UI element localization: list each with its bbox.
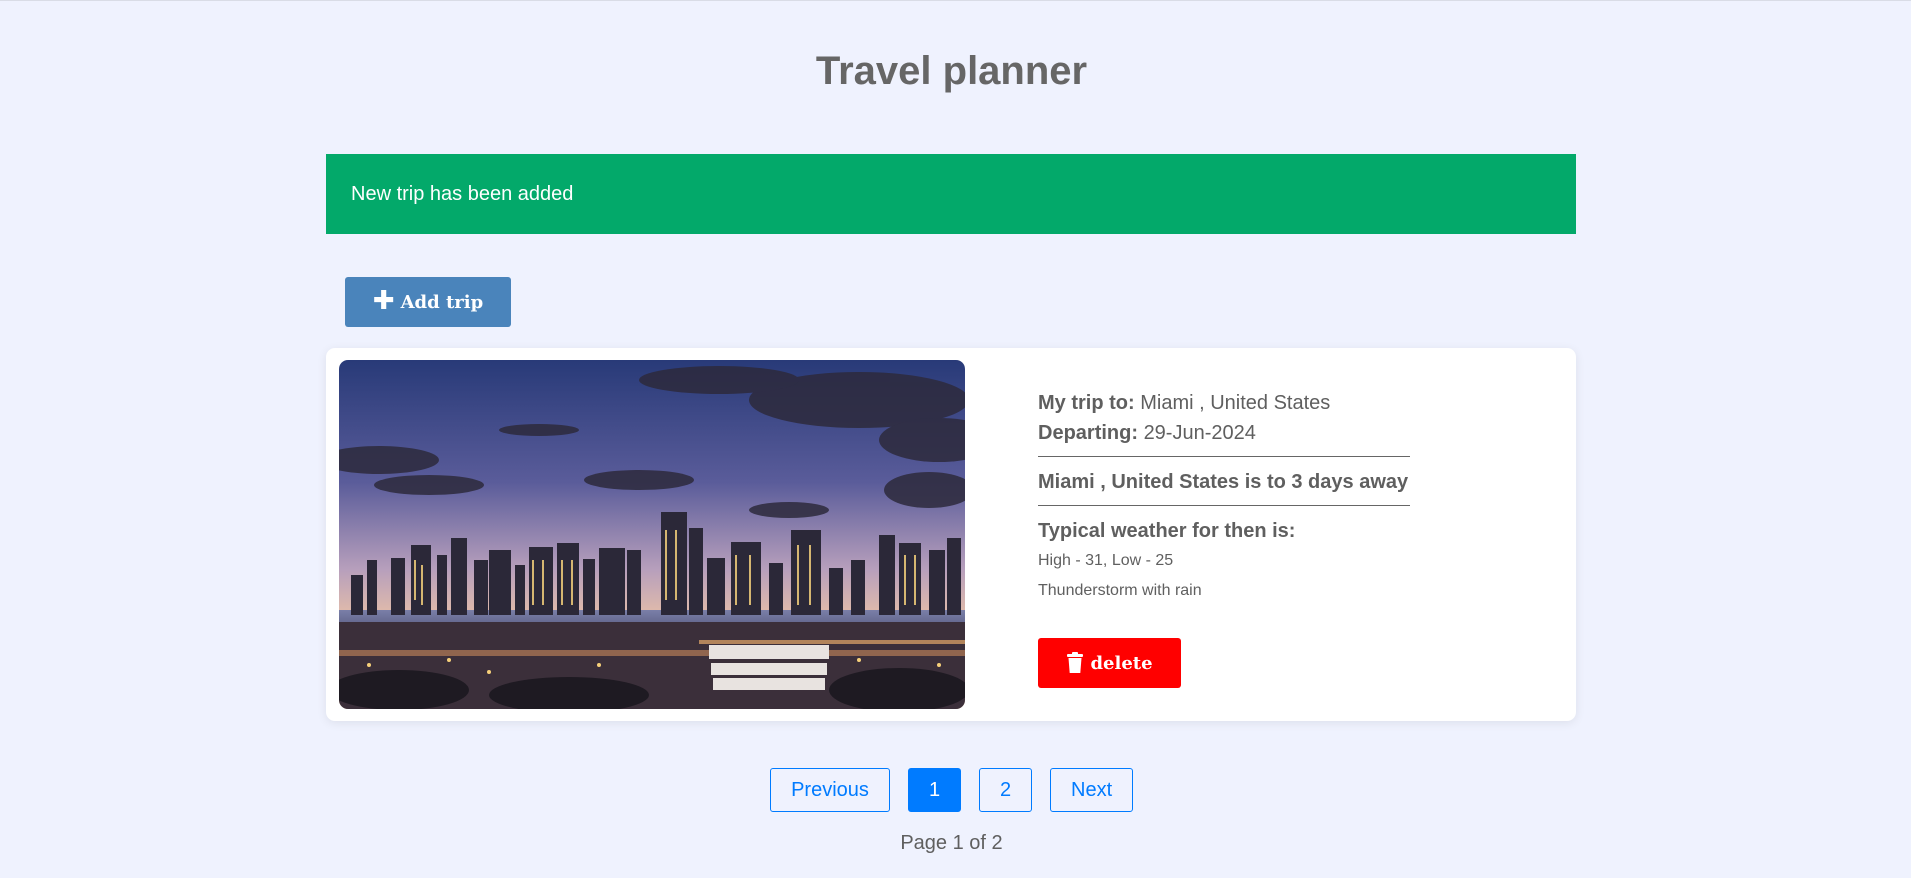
pagination: Previous 1 2 Next (0, 768, 1903, 812)
page-2-button[interactable]: 2 (979, 768, 1032, 812)
departing-line: Departing: 29-Jun-2024 (1038, 418, 1410, 448)
trip-info: My trip to: Miami , United States Depart… (1038, 388, 1410, 606)
departing-label: Departing: (1038, 422, 1138, 444)
delete-label: delete (1090, 652, 1153, 674)
departing-value: 29-Jun-2024 (1143, 422, 1256, 444)
weather-temperature: High - 31, Low - 25 (1038, 552, 1174, 569)
next-page-button[interactable]: Next (1050, 768, 1133, 812)
alert-message: New trip has been added (351, 182, 574, 205)
destination-value: Miami , United States (1140, 392, 1331, 414)
trip-destination-image (339, 360, 965, 709)
add-trip-button[interactable]: ✚ Add trip (345, 277, 511, 327)
trip-card: My trip to: Miami , United States Depart… (326, 348, 1576, 721)
weather-conditions: Thunderstorm with rain (1038, 582, 1202, 599)
destination-line: My trip to: Miami , United States (1038, 388, 1410, 418)
days-away-text: Miami , United States is to 3 days away (1038, 471, 1409, 493)
plus-icon: ✚ (372, 285, 395, 316)
city-skyline-photo (339, 360, 965, 709)
previous-page-button[interactable]: Previous (770, 768, 890, 812)
destination-label: My trip to: (1038, 392, 1135, 414)
trash-icon (1067, 652, 1084, 673)
add-trip-label: Add trip (400, 291, 484, 313)
page-title: Travel planner (815, 49, 1088, 93)
divider (1038, 456, 1410, 457)
success-alert: New trip has been added (326, 154, 1576, 234)
delete-trip-button[interactable]: delete (1038, 638, 1181, 688)
divider (1038, 505, 1410, 506)
page-1-button[interactable]: 1 (908, 768, 961, 812)
page-indicator: Page 1 of 2 (900, 832, 1003, 854)
weather-title: Typical weather for then is: (1038, 520, 1296, 542)
